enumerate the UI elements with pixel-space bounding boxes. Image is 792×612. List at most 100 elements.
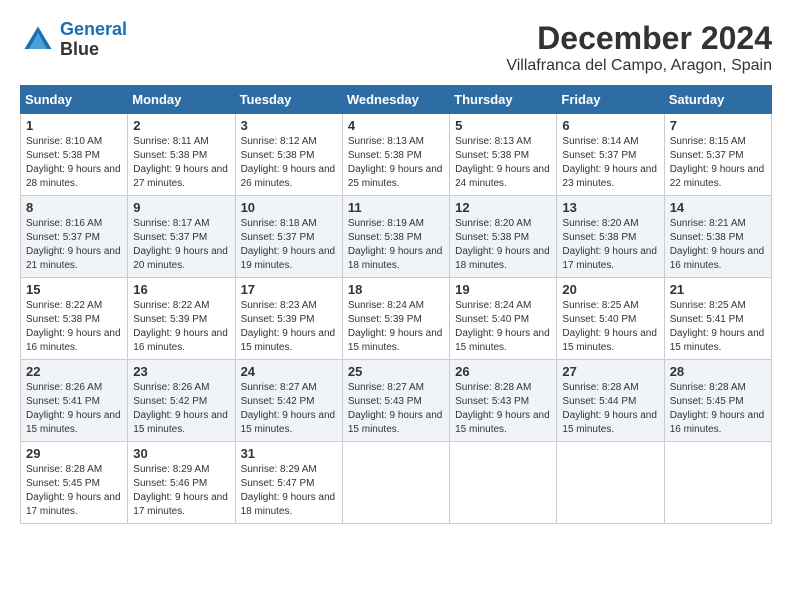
day-info: Sunrise: 8:10 AMSunset: 5:38 PMDaylight:… [26, 135, 122, 191]
calendar-week-row: 1 Sunrise: 8:10 AMSunset: 5:38 PMDayligh… [21, 114, 772, 196]
calendar-day-header: Thursday [450, 86, 557, 114]
calendar-cell: 27 Sunrise: 8:28 AMSunset: 5:44 PMDaylig… [557, 360, 664, 442]
calendar-cell: 5 Sunrise: 8:13 AMSunset: 5:38 PMDayligh… [450, 114, 557, 196]
calendar-body: 1 Sunrise: 8:10 AMSunset: 5:38 PMDayligh… [21, 114, 772, 524]
day-number: 11 [348, 200, 444, 215]
calendar-cell: 11 Sunrise: 8:19 AMSunset: 5:38 PMDaylig… [342, 196, 449, 278]
day-info: Sunrise: 8:24 AMSunset: 5:39 PMDaylight:… [348, 299, 444, 355]
day-number: 14 [670, 200, 766, 215]
day-info: Sunrise: 8:28 AMSunset: 5:43 PMDaylight:… [455, 381, 551, 437]
calendar-day-header: Tuesday [235, 86, 342, 114]
day-info: Sunrise: 8:16 AMSunset: 5:37 PMDaylight:… [26, 217, 122, 273]
calendar-day-header: Monday [128, 86, 235, 114]
calendar-cell: 12 Sunrise: 8:20 AMSunset: 5:38 PMDaylig… [450, 196, 557, 278]
day-number: 18 [348, 282, 444, 297]
day-info: Sunrise: 8:28 AMSunset: 5:44 PMDaylight:… [562, 381, 658, 437]
day-info: Sunrise: 8:11 AMSunset: 5:38 PMDaylight:… [133, 135, 229, 191]
calendar-cell: 10 Sunrise: 8:18 AMSunset: 5:37 PMDaylig… [235, 196, 342, 278]
day-info: Sunrise: 8:28 AMSunset: 5:45 PMDaylight:… [670, 381, 766, 437]
day-number: 29 [26, 446, 122, 461]
logo: General Blue [20, 20, 127, 60]
logo-icon [20, 22, 56, 58]
calendar-cell: 9 Sunrise: 8:17 AMSunset: 5:37 PMDayligh… [128, 196, 235, 278]
day-info: Sunrise: 8:18 AMSunset: 5:37 PMDaylight:… [241, 217, 337, 273]
day-info: Sunrise: 8:17 AMSunset: 5:37 PMDaylight:… [133, 217, 229, 273]
calendar-week-row: 15 Sunrise: 8:22 AMSunset: 5:38 PMDaylig… [21, 278, 772, 360]
calendar-cell: 20 Sunrise: 8:25 AMSunset: 5:40 PMDaylig… [557, 278, 664, 360]
day-info: Sunrise: 8:12 AMSunset: 5:38 PMDaylight:… [241, 135, 337, 191]
day-info: Sunrise: 8:20 AMSunset: 5:38 PMDaylight:… [455, 217, 551, 273]
calendar-cell: 6 Sunrise: 8:14 AMSunset: 5:37 PMDayligh… [557, 114, 664, 196]
calendar-cell: 13 Sunrise: 8:20 AMSunset: 5:38 PMDaylig… [557, 196, 664, 278]
day-info: Sunrise: 8:26 AMSunset: 5:41 PMDaylight:… [26, 381, 122, 437]
day-info: Sunrise: 8:27 AMSunset: 5:43 PMDaylight:… [348, 381, 444, 437]
day-info: Sunrise: 8:25 AMSunset: 5:41 PMDaylight:… [670, 299, 766, 355]
day-info: Sunrise: 8:13 AMSunset: 5:38 PMDaylight:… [455, 135, 551, 191]
page-subtitle: Villafranca del Campo, Aragon, Spain [506, 57, 772, 75]
calendar-cell [557, 442, 664, 524]
day-number: 5 [455, 118, 551, 133]
calendar-cell: 19 Sunrise: 8:24 AMSunset: 5:40 PMDaylig… [450, 278, 557, 360]
day-info: Sunrise: 8:14 AMSunset: 5:37 PMDaylight:… [562, 135, 658, 191]
day-number: 27 [562, 364, 658, 379]
day-info: Sunrise: 8:24 AMSunset: 5:40 PMDaylight:… [455, 299, 551, 355]
calendar-cell: 18 Sunrise: 8:24 AMSunset: 5:39 PMDaylig… [342, 278, 449, 360]
day-info: Sunrise: 8:26 AMSunset: 5:42 PMDaylight:… [133, 381, 229, 437]
day-number: 15 [26, 282, 122, 297]
day-number: 7 [670, 118, 766, 133]
day-number: 9 [133, 200, 229, 215]
calendar-cell: 29 Sunrise: 8:28 AMSunset: 5:45 PMDaylig… [21, 442, 128, 524]
calendar-cell: 24 Sunrise: 8:27 AMSunset: 5:42 PMDaylig… [235, 360, 342, 442]
day-info: Sunrise: 8:22 AMSunset: 5:38 PMDaylight:… [26, 299, 122, 355]
calendar-week-row: 22 Sunrise: 8:26 AMSunset: 5:41 PMDaylig… [21, 360, 772, 442]
day-number: 2 [133, 118, 229, 133]
day-number: 8 [26, 200, 122, 215]
calendar-cell [664, 442, 771, 524]
calendar-day-header: Saturday [664, 86, 771, 114]
calendar-cell: 15 Sunrise: 8:22 AMSunset: 5:38 PMDaylig… [21, 278, 128, 360]
calendar-cell: 7 Sunrise: 8:15 AMSunset: 5:37 PMDayligh… [664, 114, 771, 196]
page-header: General Blue December 2024 Villafranca d… [20, 20, 772, 75]
calendar-day-header: Sunday [21, 86, 128, 114]
title-block: December 2024 Villafranca del Campo, Ara… [506, 20, 772, 75]
calendar-day-header: Friday [557, 86, 664, 114]
day-number: 21 [670, 282, 766, 297]
calendar-cell: 2 Sunrise: 8:11 AMSunset: 5:38 PMDayligh… [128, 114, 235, 196]
day-info: Sunrise: 8:20 AMSunset: 5:38 PMDaylight:… [562, 217, 658, 273]
calendar-cell: 8 Sunrise: 8:16 AMSunset: 5:37 PMDayligh… [21, 196, 128, 278]
calendar-cell: 28 Sunrise: 8:28 AMSunset: 5:45 PMDaylig… [664, 360, 771, 442]
day-number: 13 [562, 200, 658, 215]
day-info: Sunrise: 8:13 AMSunset: 5:38 PMDaylight:… [348, 135, 444, 191]
calendar-cell: 14 Sunrise: 8:21 AMSunset: 5:38 PMDaylig… [664, 196, 771, 278]
calendar-week-row: 29 Sunrise: 8:28 AMSunset: 5:45 PMDaylig… [21, 442, 772, 524]
calendar-cell: 22 Sunrise: 8:26 AMSunset: 5:41 PMDaylig… [21, 360, 128, 442]
calendar-cell: 3 Sunrise: 8:12 AMSunset: 5:38 PMDayligh… [235, 114, 342, 196]
day-info: Sunrise: 8:15 AMSunset: 5:37 PMDaylight:… [670, 135, 766, 191]
day-number: 30 [133, 446, 229, 461]
calendar-table: SundayMondayTuesdayWednesdayThursdayFrid… [20, 85, 772, 524]
day-info: Sunrise: 8:27 AMSunset: 5:42 PMDaylight:… [241, 381, 337, 437]
day-number: 16 [133, 282, 229, 297]
day-number: 28 [670, 364, 766, 379]
day-info: Sunrise: 8:29 AMSunset: 5:46 PMDaylight:… [133, 463, 229, 519]
day-number: 22 [26, 364, 122, 379]
calendar-cell [342, 442, 449, 524]
day-info: Sunrise: 8:29 AMSunset: 5:47 PMDaylight:… [241, 463, 337, 519]
calendar-cell: 23 Sunrise: 8:26 AMSunset: 5:42 PMDaylig… [128, 360, 235, 442]
day-number: 12 [455, 200, 551, 215]
calendar-header: SundayMondayTuesdayWednesdayThursdayFrid… [21, 86, 772, 114]
calendar-cell: 1 Sunrise: 8:10 AMSunset: 5:38 PMDayligh… [21, 114, 128, 196]
day-info: Sunrise: 8:21 AMSunset: 5:38 PMDaylight:… [670, 217, 766, 273]
day-number: 17 [241, 282, 337, 297]
calendar-cell [450, 442, 557, 524]
day-number: 24 [241, 364, 337, 379]
day-number: 20 [562, 282, 658, 297]
calendar-day-header: Wednesday [342, 86, 449, 114]
day-number: 25 [348, 364, 444, 379]
calendar-cell: 26 Sunrise: 8:28 AMSunset: 5:43 PMDaylig… [450, 360, 557, 442]
day-info: Sunrise: 8:23 AMSunset: 5:39 PMDaylight:… [241, 299, 337, 355]
day-number: 19 [455, 282, 551, 297]
calendar-cell: 30 Sunrise: 8:29 AMSunset: 5:46 PMDaylig… [128, 442, 235, 524]
day-number: 26 [455, 364, 551, 379]
day-number: 31 [241, 446, 337, 461]
